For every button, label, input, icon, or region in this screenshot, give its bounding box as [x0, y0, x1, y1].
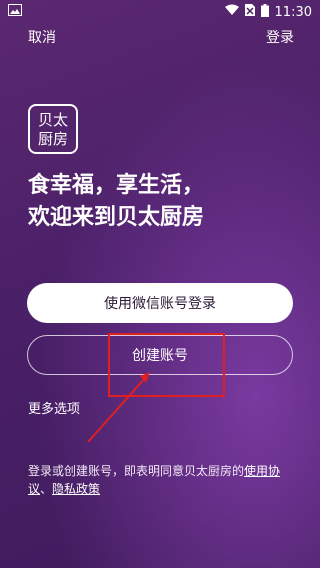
battery-icon — [260, 3, 269, 21]
logo-line1: 贝太 — [37, 110, 68, 129]
no-sim-icon — [244, 4, 255, 20]
headline-line1: 食幸福，享生活， — [28, 173, 205, 198]
terms-separator: 、 — [40, 482, 53, 496]
image-notification-icon — [8, 4, 22, 20]
login-button[interactable]: 登录 — [266, 27, 294, 47]
welcome-headline: 食幸福，享生活， 欢迎来到贝太厨房 — [28, 170, 298, 234]
more-options-link[interactable]: 更多选项 — [28, 398, 80, 417]
wifi-icon — [224, 4, 239, 20]
privacy-policy-link[interactable]: 隐私政策 — [52, 482, 100, 496]
clock: 11:30 — [274, 4, 312, 20]
headline-line2: 欢迎来到贝太厨房 — [28, 205, 205, 230]
logo-line2: 厨房 — [37, 129, 68, 148]
terms-notice: 登录或创建账号，即表明同意贝太厨房的使用协议、隐私政策 — [28, 462, 298, 498]
app-logo: 贝太 厨房 — [28, 104, 78, 154]
terms-prefix: 登录或创建账号，即表明同意贝太厨房的 — [28, 464, 245, 478]
highlight-annotation-box — [108, 333, 225, 397]
wechat-login-button[interactable]: 使用微信账号登录 — [27, 283, 293, 323]
cancel-button[interactable]: 取消 — [28, 27, 56, 47]
top-bar: 取消 登录 — [0, 26, 320, 48]
status-bar: 11:30 — [0, 0, 320, 24]
